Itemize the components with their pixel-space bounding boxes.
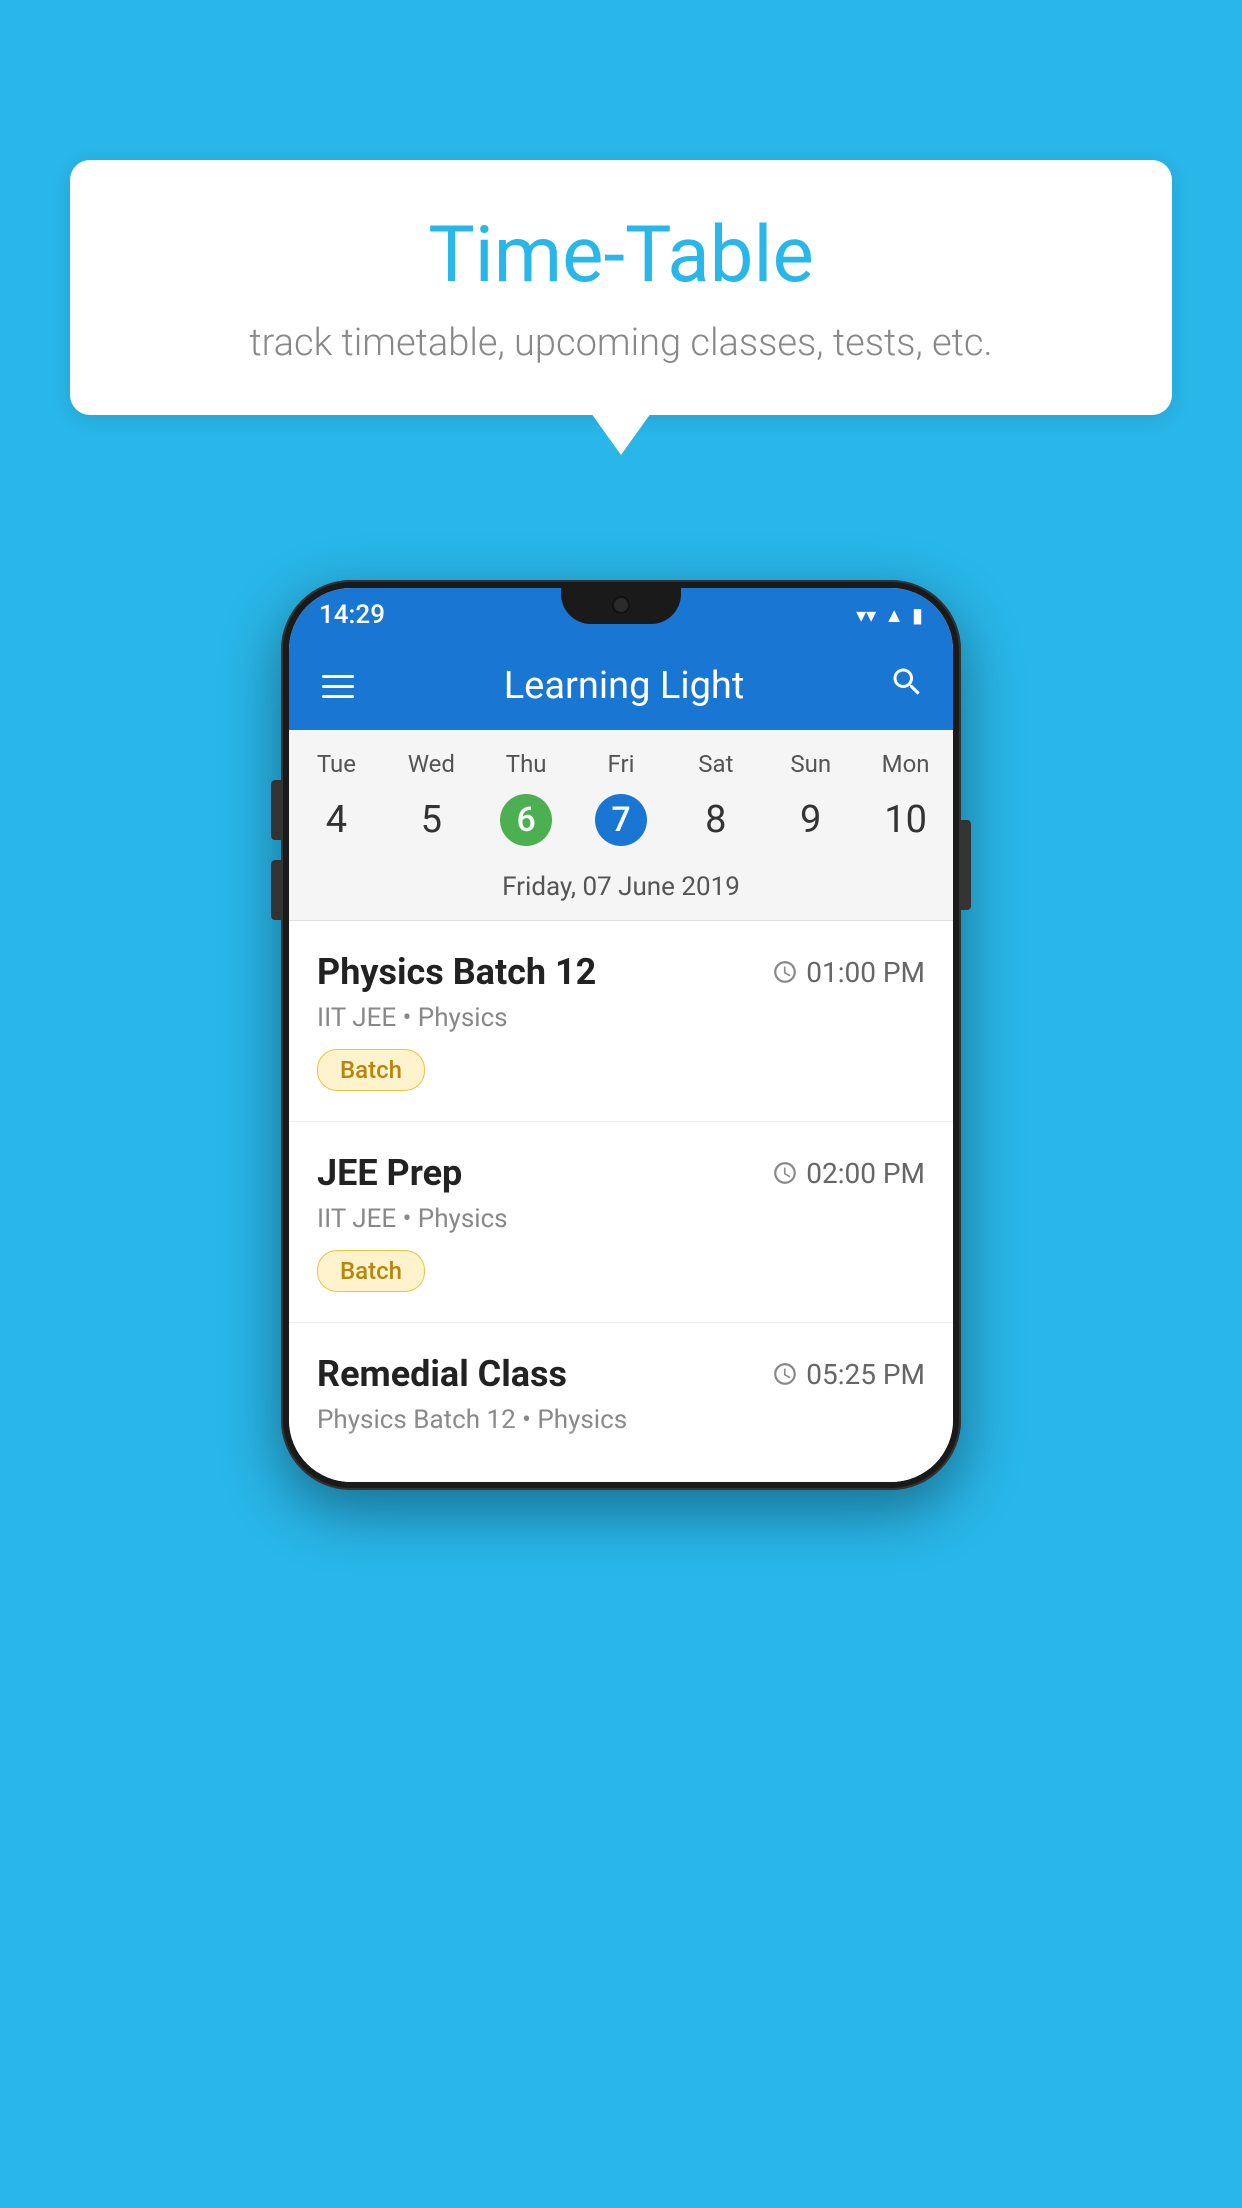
day-headers: Tue Wed Thu Fri Sat Sun Mon [289,730,953,786]
menu-button[interactable] [317,670,359,703]
day-6-today[interactable]: 6 [479,794,574,846]
camera [612,596,630,614]
phone-screen: 14:29 ▾▾ ▲ ▮ Learning Light [289,588,953,1482]
search-button[interactable] [889,664,925,709]
phone-mockup: 14:29 ▾▾ ▲ ▮ Learning Light [281,580,961,1490]
schedule-item-3-time-text: 05:25 PM [806,1358,925,1391]
speech-bubble: Time-Table track timetable, upcoming cla… [70,160,1172,415]
schedule-item-2[interactable]: JEE Prep 02:00 PM IIT JEE • Physics Batc… [289,1122,953,1323]
calendar-section: Tue Wed Thu Fri Sat Sun Mon 4 5 6 7 8 9 … [289,730,953,921]
bubble-subtitle: track timetable, upcoming classes, tests… [130,321,1112,365]
day-header-sat: Sat [668,750,763,778]
schedule-item-2-header: JEE Prep 02:00 PM [317,1152,925,1194]
app-title: Learning Light [379,664,869,708]
selected-date-label: Friday, 07 June 2019 [289,862,953,921]
schedule-item-3[interactable]: Remedial Class 05:25 PM Physics Batch 12… [289,1323,953,1482]
day-9[interactable]: 9 [763,794,858,846]
wifi-icon: ▾▾ [856,603,876,627]
schedule-item-3-subtitle: Physics Batch 12 • Physics [317,1405,925,1435]
schedule-item-2-time: 02:00 PM [772,1157,925,1190]
schedule-item-2-time-text: 02:00 PM [806,1157,925,1190]
notch [561,588,681,624]
schedule-item-1-subtitle: IIT JEE • Physics [317,1003,925,1033]
schedule-item-2-subtitle: IIT JEE • Physics [317,1204,925,1234]
schedule-item-1-tag: Batch [317,1049,425,1091]
schedule-item-3-header: Remedial Class 05:25 PM [317,1353,925,1395]
schedule-item-1-header: Physics Batch 12 01:00 PM [317,951,925,993]
schedule-item-1-title: Physics Batch 12 [317,951,596,993]
signal-icon: ▲ [884,603,904,628]
battery-icon: ▮ [912,603,923,627]
schedule-item-1[interactable]: Physics Batch 12 01:00 PM IIT JEE • Phys… [289,921,953,1122]
app-bar: Learning Light [289,642,953,730]
schedule-item-2-tag: Batch [317,1250,425,1292]
schedule-item-1-time-text: 01:00 PM [806,956,925,989]
day-5[interactable]: 5 [384,794,479,846]
volume-down-button [271,860,281,920]
bubble-title: Time-Table [130,210,1112,301]
power-button [961,820,971,910]
day-7-selected[interactable]: 7 [574,794,669,846]
day-header-wed: Wed [384,750,479,778]
schedule-item-1-time: 01:00 PM [772,956,925,989]
speech-bubble-section: Time-Table track timetable, upcoming cla… [70,160,1172,415]
volume-up-button [271,780,281,840]
status-bar: 14:29 ▾▾ ▲ ▮ [289,588,953,642]
schedule-item-2-title: JEE Prep [317,1152,462,1194]
phone-outer: 14:29 ▾▾ ▲ ▮ Learning Light [281,580,961,1490]
status-time: 14:29 [319,600,385,630]
day-10[interactable]: 10 [858,794,953,846]
schedule-item-3-time: 05:25 PM [772,1358,925,1391]
schedule-list: Physics Batch 12 01:00 PM IIT JEE • Phys… [289,921,953,1482]
day-4[interactable]: 4 [289,794,384,846]
day-header-tue: Tue [289,750,384,778]
day-header-fri: Fri [574,750,669,778]
status-icons: ▾▾ ▲ ▮ [856,603,923,628]
day-header-thu: Thu [479,750,574,778]
day-header-sun: Sun [763,750,858,778]
day-8[interactable]: 8 [668,794,763,846]
day-numbers: 4 5 6 7 8 9 10 [289,786,953,862]
day-header-mon: Mon [858,750,953,778]
schedule-item-3-title: Remedial Class [317,1353,567,1395]
